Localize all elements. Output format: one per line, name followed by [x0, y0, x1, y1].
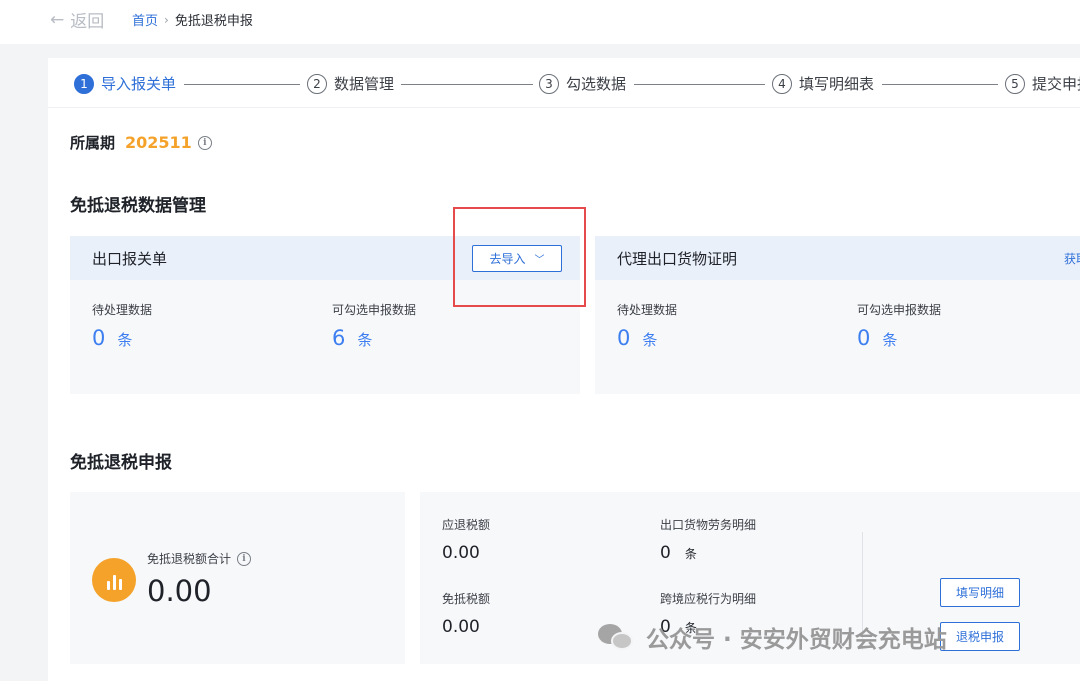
period-label: 所属期	[70, 134, 116, 152]
bar-chart-icon	[92, 558, 136, 602]
export-detail-value[interactable]: 0 条	[660, 543, 697, 563]
top-bar: ← 返回 首页 › 免抵退税申报	[0, 0, 1080, 44]
fill-details-button[interactable]: 填写明细	[940, 578, 1020, 607]
step-fill-details[interactable]: 4 填写明细表	[772, 73, 874, 94]
stat-label: 可勾选申报数据	[857, 303, 942, 317]
refund-declare-button[interactable]: 退税申报	[940, 622, 1020, 651]
stat-label: 待处理数据	[92, 303, 153, 317]
breadcrumb-current: 免抵退税申报	[174, 14, 253, 29]
section-title-declaration: 免抵退税申报	[70, 453, 172, 473]
step-number: 1	[74, 73, 94, 94]
export-detail-number: 0	[660, 543, 671, 563]
step-data-management[interactable]: 2 数据管理	[307, 73, 394, 94]
total-label-text: 免抵退税额合计	[147, 552, 232, 566]
back-button[interactable]: ← 返回	[50, 7, 105, 33]
refund-label: 应退税额	[442, 518, 491, 532]
agency-export-panel: 代理出口货物证明 获取 待处理数据 0 条 可勾选申报数据 0 条	[595, 236, 1080, 394]
stat-value[interactable]: 6 条	[332, 326, 416, 350]
step-connector	[882, 84, 998, 85]
step-connector	[634, 84, 765, 85]
stat-number: 6	[332, 326, 346, 350]
stat-unit: 条	[882, 331, 898, 349]
panel-title: 代理出口货物证明	[617, 249, 738, 268]
step-label: 导入报关单	[101, 75, 177, 93]
period: 所属期 202511 i	[70, 132, 212, 153]
refund-value: 0.00	[442, 543, 480, 563]
stat-value[interactable]: 0 条	[857, 326, 941, 350]
exempt-number: 0.00	[442, 617, 480, 637]
step-label: 数据管理	[334, 75, 395, 93]
refund-number: 0.00	[442, 543, 480, 563]
export-detail-unit: 条	[684, 547, 697, 561]
stat-number: 0	[92, 326, 106, 350]
info-icon[interactable]: i	[197, 135, 212, 150]
stat-unit: 条	[117, 331, 133, 349]
step-label: 提交申报	[1032, 75, 1080, 93]
stat-unit: 条	[357, 331, 373, 349]
stat-unit: 条	[642, 331, 658, 349]
step-number: 4	[772, 73, 792, 94]
chevron-right-icon: ›	[164, 12, 169, 27]
step-label: 勾选数据	[566, 75, 627, 93]
panel-title: 出口报关单	[92, 249, 168, 268]
breadcrumb: 首页 › 免抵退税申报	[132, 10, 253, 30]
step-connector	[184, 84, 300, 85]
step-submit[interactable]: 5 提交申报	[1005, 73, 1080, 94]
stat-value[interactable]: 0 条	[92, 326, 152, 350]
step-select-data[interactable]: 3 勾选数据	[539, 73, 626, 94]
step-number: 3	[539, 73, 559, 94]
total-label: 免抵退税额合计 i	[147, 550, 252, 567]
step-number: 5	[1005, 73, 1025, 94]
stat-label: 待处理数据	[617, 303, 678, 317]
arrow-left-icon: ←	[50, 9, 65, 30]
stepper: 1 导入报关单 2 数据管理 3 勾选数据 4 填写明细表 5 提交申报	[48, 58, 1080, 108]
watermark: 公众号 · 安安外贸财会充电站	[598, 620, 947, 654]
stat-number: 0	[857, 326, 871, 350]
stat-number: 0	[617, 326, 631, 350]
cross-border-label: 跨境应税行为明细	[660, 592, 757, 606]
period-value: 202511	[125, 133, 192, 152]
info-icon[interactable]: i	[237, 551, 252, 566]
stat-label: 可勾选申报数据	[332, 303, 417, 317]
back-label: 返回	[70, 12, 105, 32]
step-label: 填写明细表	[799, 75, 875, 93]
pending-data-stat: 待处理数据 0 条	[617, 301, 677, 350]
step-import-customs[interactable]: 1 导入报关单	[74, 73, 176, 94]
watermark-text: 公众号 · 安安外贸财会充电站	[646, 627, 947, 653]
breadcrumb-home[interactable]: 首页	[132, 10, 158, 29]
section-title-data-management: 免抵退税数据管理	[70, 196, 206, 216]
panel-header: 代理出口货物证明 获取	[595, 236, 1080, 280]
highlight-box	[453, 207, 586, 307]
total-value: 0.00	[147, 574, 212, 608]
step-number: 2	[307, 73, 327, 94]
wechat-icon	[598, 622, 634, 652]
pending-data-stat: 待处理数据 0 条	[92, 301, 152, 350]
main-card: 1 导入报关单 2 数据管理 3 勾选数据 4 填写明细表 5 提交申报 所属期…	[48, 58, 1080, 681]
selectable-data-stat: 可勾选申报数据 6 条	[332, 301, 416, 350]
exempt-value: 0.00	[442, 617, 480, 637]
exempt-label: 免抵税额	[442, 592, 491, 606]
selectable-data-stat: 可勾选申报数据 0 条	[857, 301, 941, 350]
fetch-link[interactable]: 获取	[1064, 250, 1080, 267]
stat-value[interactable]: 0 条	[617, 326, 677, 350]
export-detail-label: 出口货物劳务明细	[660, 518, 757, 532]
total-amount-panel: 免抵退税额合计 i 0.00	[70, 492, 405, 664]
step-connector	[401, 84, 533, 85]
